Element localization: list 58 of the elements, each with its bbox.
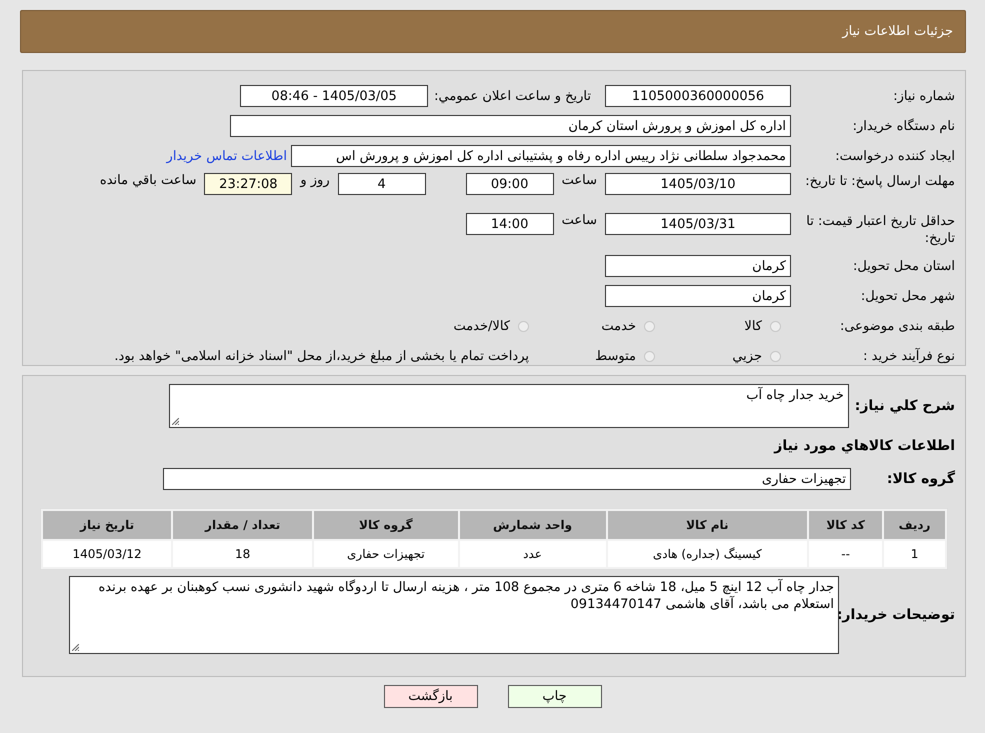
date-field: 1405/03/31 xyxy=(605,213,791,235)
resize-grip-icon[interactable] xyxy=(72,644,79,651)
province-field: کرمان xyxy=(605,255,791,277)
column-header: نام کالا xyxy=(608,511,808,539)
table-cell: کیسینگ (جداره) هادی xyxy=(608,541,808,567)
field-label: روز و xyxy=(300,173,330,188)
time-field: 09:00 xyxy=(466,173,554,195)
time-field: 14:00 xyxy=(466,213,554,235)
buyer-contact-link[interactable]: اطلاعات تماس خریدار xyxy=(166,148,287,164)
days-field: 4 xyxy=(338,173,426,195)
field-label: نوع فرآیند خرید : xyxy=(862,348,956,364)
goods-group-field: تجهیزات حفاری xyxy=(163,468,851,490)
field-label: مهلت ارسال پاسخ: تا تاریخ: xyxy=(804,173,956,190)
field-label: ساعت xyxy=(562,213,597,228)
column-header: تعداد / مقدار xyxy=(173,511,312,539)
column-header: گروه کالا xyxy=(314,511,458,539)
table-cell: عدد xyxy=(460,541,606,567)
need-number-field: 1105000360000056 xyxy=(605,85,791,107)
field-label: شرح كلي نياز: xyxy=(854,398,956,414)
table-cell: 1 xyxy=(884,541,945,567)
table-cell: -- xyxy=(809,541,882,567)
field-label: حداقل تاریخ اعتبار قیمت: تا تاریخ: xyxy=(805,213,956,247)
table-cell: تجهیزات حفاری xyxy=(314,541,458,567)
buyer-org-field: اداره کل اموزش و پرورش استان کرمان xyxy=(230,115,791,137)
field-label: طبقه بندی موضوعی: xyxy=(838,318,956,334)
city-field: کرمان xyxy=(605,285,791,307)
category-radio[interactable]: كالا xyxy=(681,318,781,334)
purchase-type-radio[interactable]: متوسط xyxy=(555,348,655,364)
field-label: شماره نیاز: xyxy=(892,88,956,104)
buyer-notes-textarea[interactable]: جدار چاه آب 12 اینچ 5 میل، 18 شاخه 6 متری در مجموع 108 متر ، هزینه ارسال تا اردوگاه شهید دانشوری نسب کوهبنان بر عهده برنده استعلام می باشد، آقای هاشمی 09134470147 xyxy=(69,576,839,654)
date-field: 1405/03/10 xyxy=(605,173,791,195)
field-label: تاریخ و ساعت اعلان عمومي: xyxy=(434,88,591,104)
field-label: نام دستگاه خریدار: xyxy=(852,118,956,134)
column-header: تاریخ نیاز xyxy=(43,511,172,539)
resize-grip-icon[interactable] xyxy=(172,418,179,425)
field-label: ساعت xyxy=(562,173,597,188)
field-label: ایجاد کننده درخواست: xyxy=(834,148,956,164)
action-button[interactable]: چاپ xyxy=(508,685,602,708)
column-header: واحد شمارش xyxy=(460,511,606,539)
action-button[interactable]: بازگشت xyxy=(384,685,478,708)
category-radio[interactable]: كالا/خدمت xyxy=(429,318,529,334)
requester-field: محمدجواد سلطانی نژاد رییس اداره رفاه و پشتیبانی اداره کل اموزش و پرورش اس xyxy=(291,145,791,167)
section-heading: اطلاعات كالاهاي مورد نياز xyxy=(772,437,956,456)
category-radio[interactable]: خدمت xyxy=(555,318,655,334)
remaining-time-field: 23:27:08 xyxy=(204,173,292,195)
column-header: کد کالا xyxy=(809,511,882,539)
table-cell: 18 xyxy=(173,541,312,567)
purchase-type-radio[interactable]: جزيي xyxy=(681,348,781,364)
announce-date-field: 1405/03/05 - 08:46 xyxy=(240,85,428,107)
treasury-note: پرداخت تمام یا بخشی از مبلغ خرید،از محل "اسناد خزانه اسلامی" خواهد بود. xyxy=(114,348,529,364)
field-label: ساعت باقي مانده xyxy=(100,173,196,188)
field-label: گروه كالا: xyxy=(886,471,956,487)
page-title: جزئیات اطلاعات نیاز xyxy=(842,24,953,39)
field-label: استان محل تحویل: xyxy=(852,258,956,274)
table-cell: 1405/03/12 xyxy=(43,541,172,567)
field-label: شهر محل تحویل: xyxy=(860,288,956,304)
column-header: رديف xyxy=(884,511,945,539)
summary-textarea[interactable]: خرید جدار چاه آب xyxy=(168,384,849,428)
